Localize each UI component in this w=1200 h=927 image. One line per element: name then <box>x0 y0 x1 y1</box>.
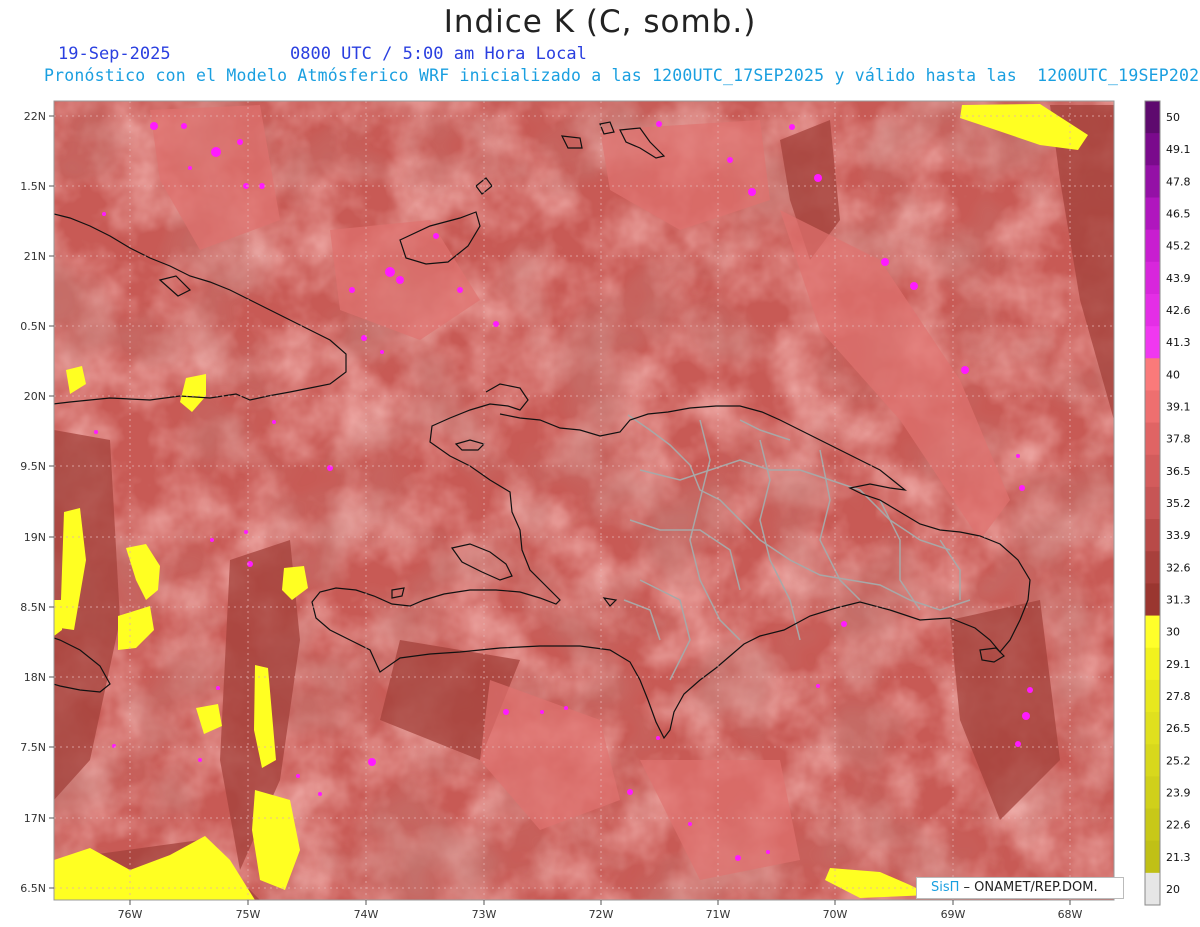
colorbar-swatch <box>1145 261 1160 295</box>
sispi-logo-text: SisΠ <box>931 880 960 895</box>
credit-org: – ONAMET/REP.DOM. <box>959 880 1098 895</box>
colorbar: 50 49.1 47.8 46.5 45.2 43.9 42.6 41.3 40 39.1 37.8… <box>1144 100 1191 906</box>
colorbar-swatch <box>1145 197 1160 231</box>
colorbar-swatch <box>1145 133 1160 166</box>
latitude-axis: 22N 1.5N 21N 0.5N 20N 9.5N 19N 8.5N 18N … <box>20 110 54 895</box>
colorbar-label: 32.6 <box>1166 561 1191 574</box>
colorbar-swatch <box>1145 422 1160 456</box>
colorbar-label: 30 <box>1166 626 1180 639</box>
colorbar-swatch <box>1145 358 1160 391</box>
colorbar-label: 33.9 <box>1166 529 1191 542</box>
colorbar-swatch <box>1145 647 1160 681</box>
lat-label: 6.5N <box>20 882 46 895</box>
colorbar-label: 37.8 <box>1166 433 1191 446</box>
lon-label: 76W <box>118 908 143 921</box>
lat-label: 21N <box>24 250 46 263</box>
colorbar-label: 26.5 <box>1166 722 1191 735</box>
colorbar-swatch <box>1145 390 1160 424</box>
colorbar-swatch <box>1145 583 1160 617</box>
lon-label: 68W <box>1058 908 1083 921</box>
colorbar-label: 36.5 <box>1166 465 1191 478</box>
lon-label: 74W <box>354 908 379 921</box>
colorbar-label: 41.3 <box>1166 336 1191 349</box>
credit-box: SisΠ – ONAMET/REP.DOM. <box>916 877 1124 899</box>
colorbar-swatch <box>1145 326 1160 359</box>
colorbar-swatch <box>1145 872 1160 906</box>
colorbar-swatch <box>1145 293 1160 327</box>
colorbar-label: 20 <box>1166 883 1180 896</box>
colorbar-label: 23.9 <box>1166 786 1191 799</box>
lat-label: 7.5N <box>20 741 46 754</box>
lat-label: 20N <box>24 390 46 403</box>
lat-label: 8.5N <box>20 601 46 614</box>
colorbar-swatch <box>1145 712 1160 745</box>
colorbar-swatch <box>1145 551 1160 584</box>
colorbar-swatch <box>1145 615 1160 649</box>
colorbar-label: 22.6 <box>1166 819 1191 832</box>
colorbar-label: 45.2 <box>1166 240 1191 253</box>
colorbar-swatch <box>1145 229 1160 263</box>
colorbar-label: 21.3 <box>1166 851 1191 864</box>
colorbar-swatch <box>1145 840 1160 874</box>
lat-label: 17N <box>24 812 46 825</box>
colorbar-swatch <box>1145 744 1160 777</box>
colorbar-swatch <box>1145 679 1160 713</box>
colorbar-swatch <box>1145 776 1160 810</box>
colorbar-swatch <box>1145 101 1160 134</box>
colorbar-label: 50 <box>1166 111 1180 124</box>
lat-label: 9.5N <box>20 460 46 473</box>
lat-label: 22N <box>24 110 46 123</box>
lon-label: 72W <box>589 908 614 921</box>
lon-label: 75W <box>236 908 261 921</box>
colorbar-swatch <box>1145 486 1160 520</box>
colorbar-label: 47.8 <box>1166 175 1191 188</box>
lon-label: 71W <box>706 908 731 921</box>
colorbar-label: 31.3 <box>1166 593 1191 606</box>
map-figure: 22N 1.5N 21N 0.5N 20N 9.5N 19N 8.5N 18N … <box>20 100 1191 921</box>
lat-label: 1.5N <box>20 180 46 193</box>
lon-label: 73W <box>472 908 497 921</box>
colorbar-swatch <box>1145 808 1160 842</box>
lat-label: 19N <box>24 531 46 544</box>
colorbar-label: 40 <box>1166 368 1180 381</box>
colorbar-swatch <box>1145 454 1160 488</box>
lat-label: 0.5N <box>20 320 46 333</box>
lon-label: 69W <box>941 908 966 921</box>
colorbar-swatch <box>1145 165 1160 198</box>
lon-label: 70W <box>823 908 848 921</box>
colorbar-label: 43.9 <box>1166 272 1191 285</box>
lat-label: 18N <box>24 671 46 684</box>
colorbar-label: 39.1 <box>1166 401 1191 414</box>
colorbar-label: 25.2 <box>1166 754 1191 767</box>
colorbar-label: 27.8 <box>1166 690 1191 703</box>
colorbar-label: 29.1 <box>1166 658 1191 671</box>
longitude-axis: 76W 75W 74W 73W 72W 71W 70W 69W 68W <box>118 900 1083 921</box>
colorbar-swatch <box>1145 519 1160 552</box>
colorbar-label: 42.6 <box>1166 304 1191 317</box>
colorbar-label: 35.2 <box>1166 497 1191 510</box>
colorbar-label: 46.5 <box>1166 208 1191 221</box>
colorbar-label: 49.1 <box>1166 143 1191 156</box>
